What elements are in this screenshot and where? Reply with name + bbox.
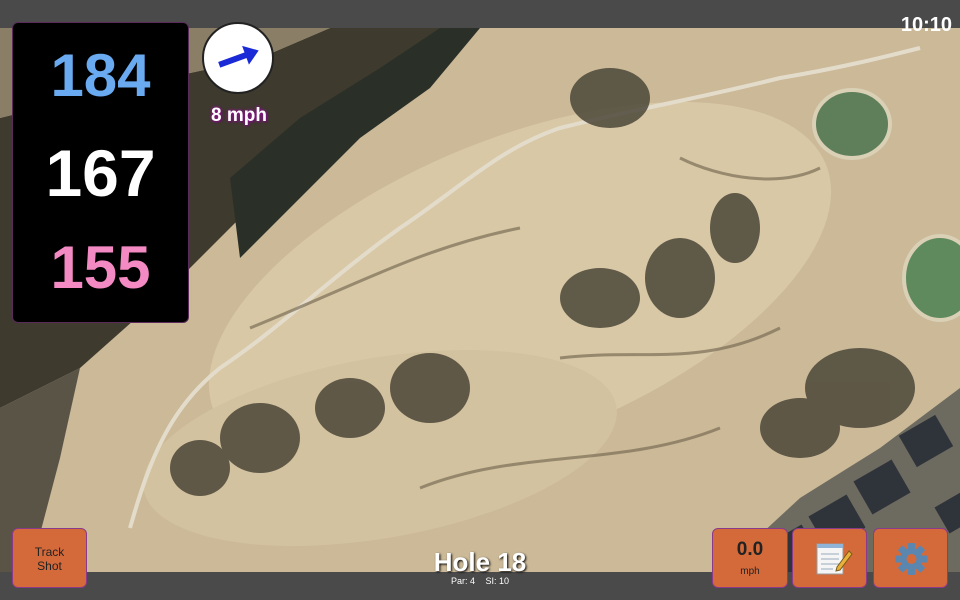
hole-par: Par: 4 [450, 576, 475, 586]
yardage-panel: 184 167 155 [12, 22, 189, 323]
back-yardage: 184 [50, 42, 151, 109]
clock: 10:10 [900, 14, 952, 36]
notes-button[interactable] [792, 528, 867, 588]
front-yardage: 155 [50, 234, 151, 301]
hole-info: Par: 4 SI: 10 [380, 576, 580, 586]
track-shot-button[interactable]: Track Shot [12, 528, 87, 588]
hole-si: SI: 10 [485, 576, 510, 586]
settings-button[interactable] [873, 528, 948, 588]
middle-yardage: 167 [45, 136, 156, 210]
wind-indicator [202, 22, 274, 94]
speed-unit: mph [740, 566, 760, 577]
speed-button[interactable]: 0.0 mph [712, 528, 788, 588]
track-shot-label-line1: Track [34, 545, 65, 559]
notepad-icon [816, 543, 853, 575]
track-shot-label-line2: Shot [37, 559, 62, 573]
wind-arrow-icon [218, 45, 259, 68]
wind-speed: 8 mph [211, 105, 267, 126]
gear-icon [895, 543, 928, 575]
hole-title: Hole 18 [433, 547, 527, 577]
speed-value: 0.0 [736, 539, 764, 560]
